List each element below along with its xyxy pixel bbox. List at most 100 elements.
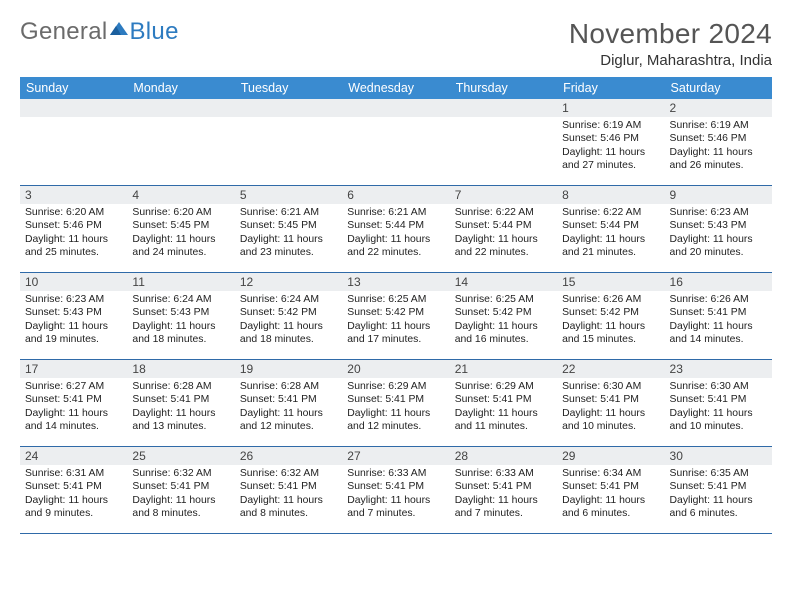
day-number: 15 xyxy=(557,273,664,291)
calendar-day-cell xyxy=(235,99,342,186)
day-number-empty xyxy=(450,99,557,117)
calendar-day-cell: 7Sunrise: 6:22 AMSunset: 5:44 PMDaylight… xyxy=(450,186,557,273)
calendar-day-cell: 22Sunrise: 6:30 AMSunset: 5:41 PMDayligh… xyxy=(557,360,664,447)
logo-text-1: General xyxy=(20,18,107,46)
day-number: 13 xyxy=(342,273,449,291)
day-info: Sunrise: 6:21 AMSunset: 5:44 PMDaylight:… xyxy=(342,204,449,265)
calendar-day-cell: 21Sunrise: 6:29 AMSunset: 5:41 PMDayligh… xyxy=(450,360,557,447)
day-info: Sunrise: 6:28 AMSunset: 5:41 PMDaylight:… xyxy=(235,378,342,439)
day-info: Sunrise: 6:25 AMSunset: 5:42 PMDaylight:… xyxy=(342,291,449,352)
day-info: Sunrise: 6:30 AMSunset: 5:41 PMDaylight:… xyxy=(557,378,664,439)
calendar-day-cell: 4Sunrise: 6:20 AMSunset: 5:45 PMDaylight… xyxy=(127,186,234,273)
day-info: Sunrise: 6:29 AMSunset: 5:41 PMDaylight:… xyxy=(342,378,449,439)
calendar-week-row: 10Sunrise: 6:23 AMSunset: 5:43 PMDayligh… xyxy=(20,273,772,360)
calendar-day-cell: 3Sunrise: 6:20 AMSunset: 5:46 PMDaylight… xyxy=(20,186,127,273)
day-number: 10 xyxy=(20,273,127,291)
calendar-day-cell: 1Sunrise: 6:19 AMSunset: 5:46 PMDaylight… xyxy=(557,99,664,186)
weekday-header: Wednesday xyxy=(342,77,449,99)
day-number: 1 xyxy=(557,99,664,117)
calendar-day-cell: 25Sunrise: 6:32 AMSunset: 5:41 PMDayligh… xyxy=(127,447,234,534)
day-number: 26 xyxy=(235,447,342,465)
calendar-day-cell xyxy=(127,99,234,186)
day-number-empty xyxy=(342,99,449,117)
header: General Blue November 2024 Diglur, Mahar… xyxy=(20,18,772,69)
day-number-empty xyxy=(235,99,342,117)
day-number: 12 xyxy=(235,273,342,291)
weekday-header: Tuesday xyxy=(235,77,342,99)
day-number: 19 xyxy=(235,360,342,378)
calendar-table: Sunday Monday Tuesday Wednesday Thursday… xyxy=(20,77,772,534)
day-number: 23 xyxy=(665,360,772,378)
calendar-day-cell: 23Sunrise: 6:30 AMSunset: 5:41 PMDayligh… xyxy=(665,360,772,447)
day-info: Sunrise: 6:32 AMSunset: 5:41 PMDaylight:… xyxy=(235,465,342,526)
calendar-day-cell xyxy=(450,99,557,186)
day-info: Sunrise: 6:33 AMSunset: 5:41 PMDaylight:… xyxy=(450,465,557,526)
calendar-week-row: 17Sunrise: 6:27 AMSunset: 5:41 PMDayligh… xyxy=(20,360,772,447)
day-number: 3 xyxy=(20,186,127,204)
day-info: Sunrise: 6:26 AMSunset: 5:42 PMDaylight:… xyxy=(557,291,664,352)
calendar-day-cell: 20Sunrise: 6:29 AMSunset: 5:41 PMDayligh… xyxy=(342,360,449,447)
day-info: Sunrise: 6:29 AMSunset: 5:41 PMDaylight:… xyxy=(450,378,557,439)
calendar-day-cell: 6Sunrise: 6:21 AMSunset: 5:44 PMDaylight… xyxy=(342,186,449,273)
weekday-header: Monday xyxy=(127,77,234,99)
day-info: Sunrise: 6:22 AMSunset: 5:44 PMDaylight:… xyxy=(450,204,557,265)
day-info: Sunrise: 6:22 AMSunset: 5:44 PMDaylight:… xyxy=(557,204,664,265)
calendar-day-cell: 18Sunrise: 6:28 AMSunset: 5:41 PMDayligh… xyxy=(127,360,234,447)
calendar-day-cell: 15Sunrise: 6:26 AMSunset: 5:42 PMDayligh… xyxy=(557,273,664,360)
day-number: 4 xyxy=(127,186,234,204)
day-info: Sunrise: 6:34 AMSunset: 5:41 PMDaylight:… xyxy=(557,465,664,526)
logo-mark-icon xyxy=(109,15,129,43)
calendar-day-cell: 10Sunrise: 6:23 AMSunset: 5:43 PMDayligh… xyxy=(20,273,127,360)
day-info: Sunrise: 6:27 AMSunset: 5:41 PMDaylight:… xyxy=(20,378,127,439)
weekday-header-row: Sunday Monday Tuesday Wednesday Thursday… xyxy=(20,77,772,99)
calendar-day-cell: 29Sunrise: 6:34 AMSunset: 5:41 PMDayligh… xyxy=(557,447,664,534)
day-info: Sunrise: 6:23 AMSunset: 5:43 PMDaylight:… xyxy=(665,204,772,265)
day-info: Sunrise: 6:31 AMSunset: 5:41 PMDaylight:… xyxy=(20,465,127,526)
calendar-day-cell: 28Sunrise: 6:33 AMSunset: 5:41 PMDayligh… xyxy=(450,447,557,534)
day-number-empty xyxy=(20,99,127,117)
calendar-day-cell: 14Sunrise: 6:25 AMSunset: 5:42 PMDayligh… xyxy=(450,273,557,360)
day-number: 8 xyxy=(557,186,664,204)
day-number-empty xyxy=(127,99,234,117)
day-info: Sunrise: 6:35 AMSunset: 5:41 PMDaylight:… xyxy=(665,465,772,526)
weekday-header: Friday xyxy=(557,77,664,99)
day-info: Sunrise: 6:26 AMSunset: 5:41 PMDaylight:… xyxy=(665,291,772,352)
day-number: 24 xyxy=(20,447,127,465)
calendar-day-cell: 19Sunrise: 6:28 AMSunset: 5:41 PMDayligh… xyxy=(235,360,342,447)
logo: General Blue xyxy=(20,18,179,46)
day-number: 22 xyxy=(557,360,664,378)
calendar-day-cell xyxy=(20,99,127,186)
calendar-day-cell: 12Sunrise: 6:24 AMSunset: 5:42 PMDayligh… xyxy=(235,273,342,360)
day-info: Sunrise: 6:33 AMSunset: 5:41 PMDaylight:… xyxy=(342,465,449,526)
day-number: 28 xyxy=(450,447,557,465)
day-number: 14 xyxy=(450,273,557,291)
calendar-day-cell: 5Sunrise: 6:21 AMSunset: 5:45 PMDaylight… xyxy=(235,186,342,273)
day-number: 20 xyxy=(342,360,449,378)
calendar-day-cell: 26Sunrise: 6:32 AMSunset: 5:41 PMDayligh… xyxy=(235,447,342,534)
calendar-day-cell: 2Sunrise: 6:19 AMSunset: 5:46 PMDaylight… xyxy=(665,99,772,186)
day-info: Sunrise: 6:20 AMSunset: 5:45 PMDaylight:… xyxy=(127,204,234,265)
calendar-day-cell: 24Sunrise: 6:31 AMSunset: 5:41 PMDayligh… xyxy=(20,447,127,534)
day-number: 17 xyxy=(20,360,127,378)
day-info: Sunrise: 6:19 AMSunset: 5:46 PMDaylight:… xyxy=(557,117,664,178)
day-number: 7 xyxy=(450,186,557,204)
day-number: 29 xyxy=(557,447,664,465)
calendar-day-cell: 27Sunrise: 6:33 AMSunset: 5:41 PMDayligh… xyxy=(342,447,449,534)
day-number: 6 xyxy=(342,186,449,204)
title-block: November 2024 Diglur, Maharashtra, India xyxy=(569,18,772,69)
day-info: Sunrise: 6:30 AMSunset: 5:41 PMDaylight:… xyxy=(665,378,772,439)
calendar-day-cell: 9Sunrise: 6:23 AMSunset: 5:43 PMDaylight… xyxy=(665,186,772,273)
location-subtitle: Diglur, Maharashtra, India xyxy=(569,52,772,69)
logo-text-2: Blue xyxy=(129,18,178,46)
day-info: Sunrise: 6:19 AMSunset: 5:46 PMDaylight:… xyxy=(665,117,772,178)
calendar-week-row: 3Sunrise: 6:20 AMSunset: 5:46 PMDaylight… xyxy=(20,186,772,273)
weekday-header: Saturday xyxy=(665,77,772,99)
day-number: 27 xyxy=(342,447,449,465)
calendar-day-cell: 13Sunrise: 6:25 AMSunset: 5:42 PMDayligh… xyxy=(342,273,449,360)
day-info: Sunrise: 6:32 AMSunset: 5:41 PMDaylight:… xyxy=(127,465,234,526)
day-number: 16 xyxy=(665,273,772,291)
day-info: Sunrise: 6:28 AMSunset: 5:41 PMDaylight:… xyxy=(127,378,234,439)
day-number: 9 xyxy=(665,186,772,204)
day-info: Sunrise: 6:25 AMSunset: 5:42 PMDaylight:… xyxy=(450,291,557,352)
calendar-day-cell: 30Sunrise: 6:35 AMSunset: 5:41 PMDayligh… xyxy=(665,447,772,534)
